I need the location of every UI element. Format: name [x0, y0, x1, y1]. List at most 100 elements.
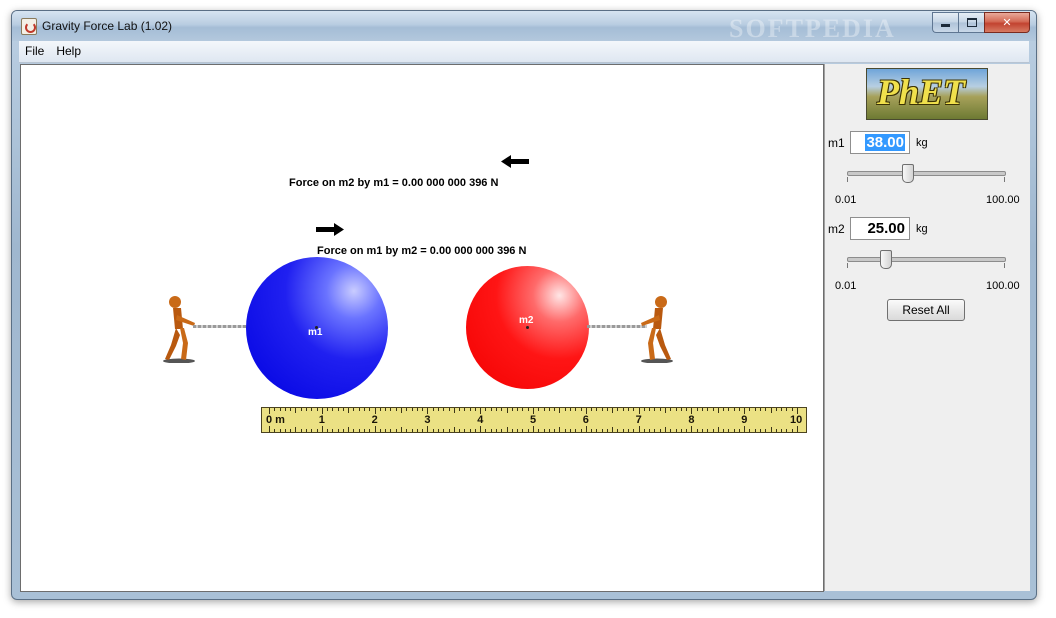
- phet-logo[interactable]: PhET: [866, 68, 988, 120]
- simulation-canvas: Force on m2 by m1 = 0.00 000 000 396 N F…: [20, 64, 824, 592]
- ruler-tick: [786, 408, 788, 411]
- ruler-tick: [406, 408, 408, 411]
- ruler-tick: [290, 429, 292, 432]
- ruler-tick: [754, 429, 756, 432]
- ruler-tick: [490, 429, 492, 432]
- ruler-tick: [522, 429, 524, 432]
- ruler-tick: [659, 429, 661, 432]
- ruler-tick: [633, 429, 635, 432]
- ruler-tick: [496, 429, 498, 432]
- ruler-tick: [332, 429, 334, 432]
- menu-help[interactable]: Help: [50, 41, 87, 62]
- ruler-tick: [464, 429, 466, 432]
- ruler-tick: [543, 429, 545, 432]
- ruler-tick: [622, 408, 624, 411]
- ruler-tick: [316, 408, 318, 411]
- reset-all-button[interactable]: Reset All: [887, 299, 965, 321]
- ruler-tick: [327, 408, 329, 411]
- m1-slider-tick-max: [1004, 177, 1005, 182]
- ruler-tick: [469, 408, 471, 411]
- ruler-tick: [791, 408, 793, 411]
- ruler-tick: [342, 429, 344, 432]
- ruler-tick: [654, 408, 656, 411]
- ruler-tick: [416, 408, 418, 411]
- left-puller-figure-icon[interactable]: [161, 295, 197, 363]
- ruler-tick: [649, 429, 651, 432]
- menu-file[interactable]: File: [19, 41, 50, 62]
- ruler-tick: [575, 408, 577, 411]
- ruler-number: 4: [477, 414, 484, 426]
- minimize-button[interactable]: [932, 12, 958, 33]
- ruler-tick: [723, 408, 725, 411]
- ruler-tick: [580, 429, 582, 432]
- ruler-tick: [295, 408, 297, 413]
- distance-ruler[interactable]: 0 m 1 2 3 4 5 6 7 8 9 10: [261, 407, 807, 433]
- m1-slider-max-label: 100.00: [986, 194, 1020, 206]
- ruler-tick: [643, 429, 645, 432]
- ruler-tick: [448, 408, 450, 411]
- ruler-tick: [601, 408, 603, 411]
- m1-value-text: 38.00: [865, 134, 905, 151]
- ruler-tick: [506, 427, 508, 432]
- ruler-tick: [686, 408, 688, 411]
- ruler-tick: [686, 429, 688, 432]
- ruler-tick: [665, 427, 666, 432]
- ruler-tick: [680, 429, 682, 432]
- ruler-tick: [453, 408, 455, 413]
- maximize-icon: [966, 18, 977, 27]
- m2-value-text: 25.00: [867, 220, 905, 237]
- m1-value-field[interactable]: 38.00: [850, 131, 910, 154]
- ruler-tick: [290, 408, 292, 411]
- m1-slider-thumb[interactable]: [902, 164, 914, 183]
- ruler-tick: [485, 408, 487, 411]
- right-puller-figure-icon[interactable]: [639, 295, 675, 363]
- ruler-tick: [279, 408, 281, 411]
- ruler-tick: [464, 408, 466, 411]
- ruler-tick: [649, 408, 651, 411]
- close-button[interactable]: ✕: [984, 12, 1030, 33]
- ruler-tick: [379, 429, 381, 432]
- ruler-tick: [358, 429, 360, 432]
- ruler-tick: [728, 408, 730, 411]
- m2-sphere-label: m2: [519, 315, 534, 326]
- ruler-tick: [538, 408, 540, 411]
- title-bar[interactable]: Gravity Force Lab (1.02) SOFTPEDIA ✕: [12, 11, 1036, 43]
- ruler-tick: [717, 427, 719, 432]
- m1-slider-track[interactable]: [847, 171, 1006, 176]
- ruler-tick: [628, 429, 630, 432]
- ruler-tick: [781, 429, 783, 432]
- ruler-tick: [348, 408, 350, 413]
- ruler-number: 5: [530, 414, 537, 426]
- m2-slider-thumb[interactable]: [880, 250, 892, 269]
- ruler-tick: [670, 429, 672, 432]
- ruler-tick: [591, 429, 593, 432]
- ruler-tick: [369, 429, 371, 432]
- m2-value-field[interactable]: 25.00: [850, 217, 910, 240]
- ruler-tick: [385, 408, 387, 411]
- watermark-text: SOFTPEDIA: [729, 14, 896, 43]
- force-on-m1-label: Force on m1 by m2 = 0.00 000 000 396 N: [317, 245, 527, 257]
- m2-slider-max-label: 100.00: [986, 280, 1020, 292]
- ruler-tick: [364, 408, 366, 411]
- ruler-tick: [760, 408, 762, 411]
- m2-slider-track[interactable]: [847, 257, 1006, 262]
- ruler-tick: [411, 429, 413, 432]
- ruler-tick: [628, 408, 630, 411]
- ruler-tick: [474, 408, 476, 411]
- ruler-tick: [733, 429, 735, 432]
- ruler-tick: [332, 408, 334, 411]
- m2-slider-tick-max: [1004, 263, 1005, 268]
- ruler-tick: [311, 408, 313, 411]
- ruler-tick: [353, 408, 355, 411]
- ruler-tick: [749, 408, 751, 411]
- ruler-tick: [501, 408, 503, 411]
- ruler-tick: [612, 427, 614, 432]
- ruler-tick: [744, 426, 746, 432]
- ruler-tick: [601, 429, 603, 432]
- ruler-tick: [564, 429, 566, 432]
- m2-slider-tick-min: [847, 263, 848, 268]
- ruler-tick: [564, 408, 566, 411]
- maximize-button[interactable]: [958, 12, 984, 33]
- java-app-icon: [21, 18, 37, 35]
- ruler-tick: [617, 408, 619, 411]
